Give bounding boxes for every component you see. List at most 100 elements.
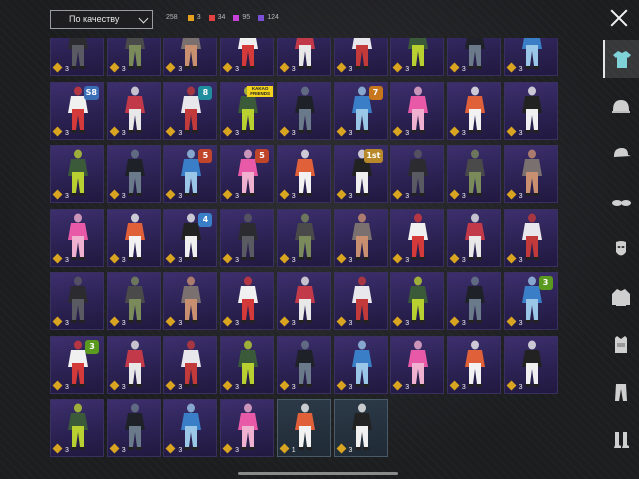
outfit-item-r3-c0[interactable]: 3 [50, 208, 104, 267]
item-quantity: 3 [518, 193, 523, 200]
outfit-item-r0-c4[interactable]: 3 [276, 38, 331, 76]
outfit-item-r6-c0[interactable]: 3 [50, 399, 104, 457]
outfit-item-r6-c5[interactable]: 3 [333, 399, 388, 457]
outfit-item-r5-c1[interactable]: 3 [106, 335, 161, 394]
item-quantity: 3 [348, 383, 353, 391]
outfit-item-r5-c3[interactable]: 3 [220, 335, 275, 394]
outfit-item-r6-c3[interactable]: 3 [220, 399, 275, 457]
outfit-item-r1-c0[interactable]: 3 S8 [50, 81, 104, 140]
upgrade-level-badge: 5 [198, 149, 213, 163]
outfit-item-r0-c0[interactable]: 3 [50, 38, 104, 76]
item-quantity: 3 [348, 447, 353, 454]
outfit-item-r1-c4[interactable]: 3 [276, 81, 331, 140]
sidebar-item-vest[interactable] [603, 325, 639, 363]
outfit-item-r2-c1[interactable]: 3 [106, 145, 161, 203]
outfit-item-r2-c6[interactable]: 3 [390, 145, 445, 203]
outfit-item-r1-c2[interactable]: 38 [163, 81, 218, 140]
item-quantity: 3 [65, 193, 69, 200]
outfit-item-r3-c2[interactable]: 34 [163, 208, 218, 267]
item-quantity: 3 [291, 320, 296, 327]
item-quantity: 3 [65, 447, 69, 454]
outfit-item-r4-c6[interactable]: 3 [390, 272, 445, 330]
outfit-item-r5-c5[interactable]: 3 [333, 335, 388, 394]
outfit-item-r5-c6[interactable]: 3 [390, 335, 445, 394]
item-quantity: 3 [235, 447, 239, 454]
outfit-item-r6-c2[interactable]: 3 [163, 399, 218, 457]
sidebar-item-jacket[interactable] [603, 278, 639, 316]
outfit-item-r3-c7[interactable]: 3 [446, 208, 501, 267]
item-quantity: 3 [348, 256, 353, 264]
outfit-item-r1-c7[interactable]: 3 [446, 81, 501, 140]
outfit-item-r0-c7[interactable]: 3 [446, 38, 501, 76]
rarity-square-icon [187, 14, 194, 21]
close-icon[interactable] [609, 8, 629, 28]
outfit-item-r1-c5[interactable]: 37 [333, 81, 388, 140]
outfit-item-r3-c5[interactable]: 3 [333, 208, 388, 267]
outfit-item-r3-c4[interactable]: 3 [276, 208, 331, 267]
outfit-item-r2-c8[interactable]: 3 [503, 145, 558, 203]
sidebar-item-boots[interactable] [603, 420, 639, 458]
sidebar-item-pants[interactable] [603, 373, 639, 411]
outfit-item-r4-c0[interactable]: 3 [50, 272, 104, 330]
outfit-item-r2-c5[interactable]: 3 1st [333, 145, 388, 203]
outfit-item-r1-c3[interactable]: 3 KAKAO FRIENDS [220, 81, 275, 140]
rarity-square-icon [258, 14, 265, 21]
outfit-item-r1-c1[interactable]: 3 [106, 81, 161, 140]
outfit-item-r2-c2[interactable]: 35 [163, 145, 218, 203]
item-quantity: 3 [461, 193, 466, 200]
scroll-handle[interactable] [238, 472, 398, 475]
item-quantity: 3 [235, 256, 239, 264]
item-quantity: 3 [178, 320, 183, 327]
outfit-item-r5-c4[interactable]: 3 [276, 335, 331, 394]
outfit-item-r5-c8[interactable]: 3 [503, 335, 558, 394]
upgrade-level-badge: 4 [198, 212, 213, 227]
outfit-item-r4-c8[interactable]: 33 [503, 272, 558, 330]
outfit-item-r3-c1[interactable]: 3 [106, 208, 161, 267]
outfit-item-r0-c3[interactable]: 3 [220, 38, 275, 76]
outfit-item-r5-c2[interactable]: 3 [163, 335, 218, 394]
collab-tag: KAKAO FRIENDS [247, 85, 274, 97]
outfit-item-r1-c8[interactable]: 3 [503, 81, 558, 140]
item-quantity: 3 [405, 129, 410, 137]
outfit-item-r6-c4[interactable]: 1 [276, 399, 331, 457]
outfit-item-r0-c2[interactable]: 3 [163, 38, 218, 76]
outfit-item-r4-c3[interactable]: 3 [220, 272, 275, 330]
outfit-item-r0-c1[interactable]: 3 [106, 38, 161, 76]
sidebar-item-mask[interactable] [603, 230, 639, 268]
outfit-item-r3-c6[interactable]: 3 [390, 208, 445, 267]
outfit-item-r2-c0[interactable]: 3 [50, 145, 104, 203]
outfit-item-r3-c3[interactable]: 3 [220, 208, 275, 267]
item-quantity: 3 [235, 320, 239, 327]
item-quantity: 1 [291, 447, 296, 454]
outfit-item-r4-c2[interactable]: 3 [163, 272, 218, 330]
outfit-item-r2-c4[interactable]: 3 [276, 145, 331, 203]
outfit-item-r2-c7[interactable]: 3 [446, 145, 501, 203]
outfit-item-r4-c1[interactable]: 3 [106, 272, 161, 330]
outfit-item-r3-c8[interactable]: 3 [503, 208, 558, 267]
sort-dropdown[interactable]: По качеству [50, 10, 153, 29]
outfit-item-r4-c4[interactable]: 3 [276, 272, 331, 330]
sidebar-item-outfit[interactable] [603, 40, 639, 78]
upgrade-level-badge: 8 [198, 85, 213, 100]
item-quantity: 3 [178, 383, 183, 391]
outfit-item-r6-c1[interactable]: 3 [106, 399, 161, 457]
item-quantity: 3 [518, 383, 523, 391]
outfit-item-r5-c7[interactable]: 3 [446, 335, 501, 394]
outfit-item-r0-c8[interactable]: 3 [503, 38, 558, 76]
sidebar-item-helmet[interactable] [603, 88, 639, 126]
outfit-item-r4-c7[interactable]: 3 [446, 272, 501, 330]
outfit-item-r5-c0[interactable]: 33 [50, 335, 104, 394]
vest-icon [615, 336, 627, 353]
outfit-item-r4-c5[interactable]: 3 [333, 272, 388, 330]
item-quantity: 3 [405, 320, 410, 327]
item-quantity: 3 [518, 129, 523, 137]
sidebar-item-glasses[interactable] [603, 183, 639, 221]
outfit-item-r1-c6[interactable]: 3 [390, 81, 445, 140]
outfit-item-r2-c3[interactable]: 35 [220, 145, 275, 203]
outfit-item-r0-c5[interactable]: 3 [333, 38, 388, 76]
item-quantity: 3 [348, 129, 353, 137]
sidebar-item-cap[interactable] [603, 135, 639, 173]
count-rare: 124 [258, 14, 279, 21]
upgrade-level-badge: 3 [85, 339, 99, 354]
outfit-item-r0-c6[interactable]: 3 [390, 38, 445, 76]
